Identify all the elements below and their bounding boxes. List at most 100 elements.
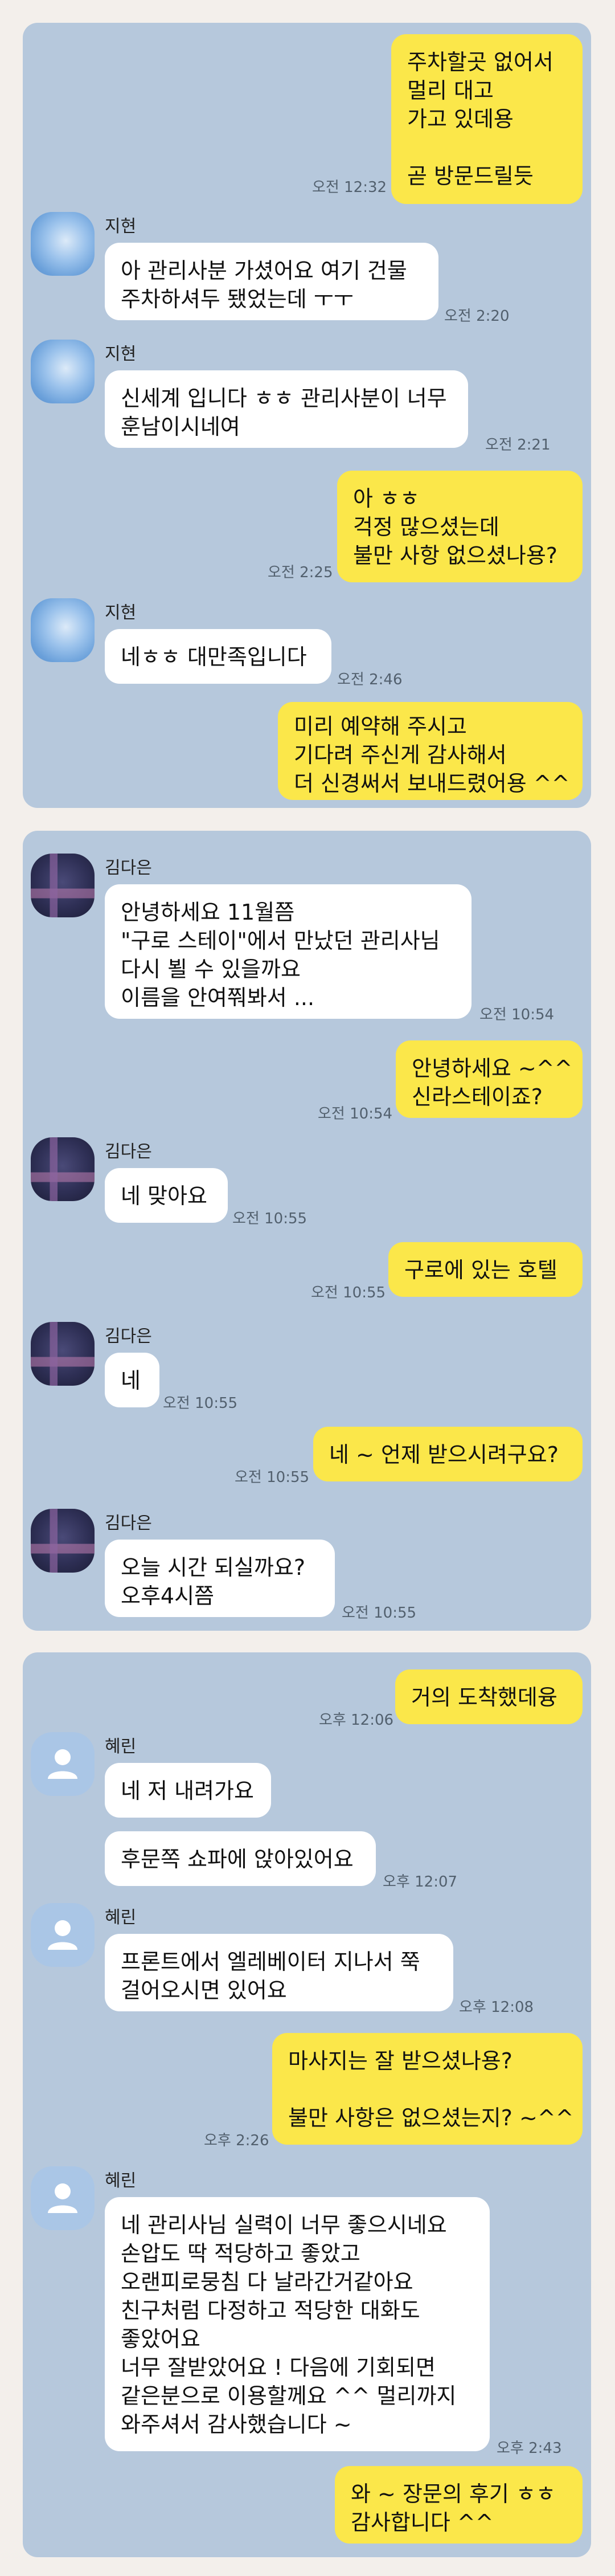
- message-line: 거의 도착했데융: [411, 1685, 557, 1710]
- profile-avatar[interactable]: [31, 598, 95, 662]
- message-time: 오전 2:46: [337, 671, 403, 688]
- message-time: 오전 2:21: [485, 436, 551, 454]
- message-line: 주차하셔두 됐었는데 ㅜㅜ: [121, 287, 354, 312]
- message-line: 네 맞아요: [121, 1183, 207, 1209]
- message-bubble-incoming[interactable]: 네 저 내려가요: [105, 1763, 271, 1818]
- profile-avatar[interactable]: [31, 1903, 95, 1967]
- message-line: 친구처럼 다정하고 적당한 대화도: [121, 2298, 420, 2323]
- message-line: 불만 사항 없으셨나용?: [353, 543, 557, 568]
- message-bubble-outgoing[interactable]: 주차할곳 없어서 멀리 대고 가고 있데용 곧 방문드릴듯: [391, 34, 583, 204]
- default-person-icon: [48, 1920, 77, 1950]
- message-line: [407, 133, 567, 162]
- message-line: 후문쪽 쇼파에 앉아있어요: [121, 1847, 354, 1872]
- message-time: 오후 12:06: [319, 1712, 394, 1729]
- message-line: 너무 잘받았어요 ! 다음에 기회되면: [121, 2355, 436, 2380]
- message-bubble-incoming[interactable]: 네ㅎㅎ 대만족입니다: [105, 629, 331, 684]
- message-line: 미리 예약해 주시고: [294, 714, 467, 739]
- message-line: 와 ~ 장문의 후기 ㅎㅎ: [351, 2481, 556, 2506]
- message-time: 오후 12:07: [383, 1873, 458, 1891]
- message-line: 오후4시쯤: [121, 1583, 215, 1609]
- message-line: 네 저 내려가요: [121, 1778, 254, 1803]
- message-time: 오전 2:20: [444, 308, 510, 325]
- sender-name: 혜린: [105, 1908, 137, 1928]
- message-line: 마사지는 잘 받으셨나용?: [288, 2048, 512, 2073]
- message-line: 다시 뵐 수 있을까요: [121, 957, 301, 982]
- message-bubble-outgoing[interactable]: 네 ~ 언제 받으시려구요?: [313, 1427, 583, 1481]
- message-line: 감사합니다 ^^: [351, 2510, 494, 2535]
- message-bubble-outgoing[interactable]: 구로에 있는 호텔: [388, 1242, 583, 1297]
- message-bubble-incoming[interactable]: 네 관리사님 실력이 너무 좋으시네요 손압도 딱 적당하고 좋았고 오랜피로뭉…: [105, 2197, 490, 2451]
- profile-avatar[interactable]: [31, 340, 95, 403]
- profile-avatar[interactable]: [31, 854, 95, 917]
- sender-name: 지현: [105, 344, 137, 364]
- message-time: 오전 10:55: [342, 1605, 417, 1622]
- profile-avatar[interactable]: [31, 212, 95, 276]
- chat-panel-1: 주차할곳 없어서 멀리 대고 가고 있데용 곧 방문드릴듯 오전 12:32 지…: [23, 23, 591, 808]
- message-line: 구로에 있는 호텔: [404, 1258, 557, 1283]
- message-line: 멀리 대고: [407, 78, 494, 103]
- message-line: 아 관리사분 가셨어요 여기 건물: [121, 258, 407, 283]
- message-bubble-outgoing[interactable]: 아 ㅎㅎ 걱정 많으셨는데 불만 사항 없으셨나용?: [337, 471, 583, 582]
- sender-name: 지현: [105, 217, 137, 236]
- profile-avatar[interactable]: [31, 2166, 95, 2230]
- message-line: 곧 방문드릴듯: [407, 164, 534, 189]
- message-line: 네: [121, 1368, 141, 1393]
- message-line: 불만 사항은 없으셨는지? ~^^: [288, 2105, 574, 2130]
- message-line: [288, 2075, 567, 2104]
- message-time: 오후 12:08: [459, 1999, 534, 2016]
- message-bubble-incoming[interactable]: 후문쪽 쇼파에 앉아있어요: [105, 1831, 376, 1886]
- message-bubble-outgoing[interactable]: 안녕하세요 ~^^ 신라스테이죠?: [396, 1040, 583, 1118]
- message-line: 네 관리사님 실력이 너무 좋으시네요: [121, 2212, 447, 2238]
- default-person-icon: [48, 1749, 77, 1779]
- sender-name: 지현: [105, 603, 137, 623]
- message-bubble-incoming[interactable]: 아 관리사분 가셨어요 여기 건물 주차하셔두 됐었는데 ㅜㅜ: [105, 243, 438, 320]
- message-line: "구로 스테이"에서 만났던 관리사님: [121, 928, 440, 953]
- profile-avatar[interactable]: [31, 1322, 95, 1386]
- message-bubble-incoming[interactable]: 오늘 시간 되실까요? 오후4시쯤: [105, 1540, 335, 1617]
- message-time: 오후 2:43: [497, 2440, 562, 2457]
- message-line: 가고 있데용: [407, 107, 514, 132]
- profile-avatar[interactable]: [31, 1137, 95, 1201]
- message-line: 걸어오시면 있어요: [121, 1978, 287, 2003]
- message-line: 오늘 시간 되실까요?: [121, 1555, 306, 1580]
- sender-name: 혜린: [105, 1737, 137, 1757]
- message-bubble-incoming[interactable]: 네: [105, 1353, 159, 1407]
- chat-panel-2: 김다은 안녕하세요 11월쯤 "구로 스테이"에서 만났던 관리사님 다시 뵐 …: [23, 831, 591, 1631]
- message-line: 아 ㅎㅎ: [353, 486, 420, 511]
- message-time: 오후 2:26: [204, 2132, 269, 2149]
- message-line: 주차할곳 없어서: [407, 50, 554, 75]
- message-bubble-incoming[interactable]: 안녕하세요 11월쯤 "구로 스테이"에서 만났던 관리사님 다시 뵐 수 있을…: [105, 884, 472, 1019]
- message-line: 와주셔서 감사했습니다 ~: [121, 2412, 352, 2437]
- profile-avatar[interactable]: [31, 1732, 95, 1796]
- message-time: 오전 10:55: [163, 1395, 238, 1412]
- message-line: 좋았어요: [121, 2326, 200, 2352]
- profile-avatar[interactable]: [31, 1509, 95, 1573]
- message-line: 훈남이시네여: [121, 414, 240, 439]
- sender-name: 김다은: [105, 858, 152, 878]
- message-bubble-outgoing[interactable]: 마사지는 잘 받으셨나용? 불만 사항은 없으셨는지? ~^^: [272, 2033, 583, 2145]
- message-time: 오전 10:54: [318, 1105, 393, 1122]
- sender-name: 혜린: [105, 2171, 137, 2191]
- message-line: 안녕하세요 ~^^: [412, 1056, 573, 1081]
- message-bubble-outgoing[interactable]: 거의 도착했데융: [395, 1669, 583, 1724]
- chat-panel-3: 거의 도착했데융 오후 12:06 혜린 네 저 내려가요 후문쪽 쇼파에 앉아…: [23, 1652, 591, 2557]
- sender-name: 김다은: [105, 1513, 152, 1533]
- message-time: 오전 10:55: [311, 1284, 386, 1301]
- message-line: 오랜피로뭉침 다 날라간거같아요: [121, 2269, 413, 2295]
- message-time: 오전 10:55: [232, 1210, 308, 1227]
- default-person-icon: [48, 2183, 77, 2213]
- message-line: 더 신경써서 보내드렸어용 ^^: [294, 771, 570, 796]
- message-bubble-incoming[interactable]: 네 맞아요: [105, 1168, 228, 1223]
- sender-name: 김다은: [105, 1326, 152, 1346]
- message-line: 손압도 딱 적당하고 좋았고: [121, 2241, 360, 2266]
- message-bubble-incoming[interactable]: 프론트에서 엘레베이터 지나서 쭉 걸어오시면 있어요: [105, 1934, 453, 2011]
- message-line: 네ㅎㅎ 대만족입니다: [121, 644, 307, 669]
- message-line: 네 ~ 언제 받으시려구요?: [329, 1442, 559, 1467]
- message-line: 기다려 주신게 감사해서: [294, 742, 507, 768]
- message-bubble-outgoing[interactable]: 와 ~ 장문의 후기 ㅎㅎ 감사합니다 ^^: [335, 2466, 583, 2544]
- message-bubble-incoming[interactable]: 신세계 입니다 ㅎㅎ 관리사분이 너무 훈남이시네여: [105, 370, 468, 448]
- message-line: 신세계 입니다 ㅎㅎ 관리사분이 너무: [121, 386, 447, 411]
- message-bubble-outgoing[interactable]: 미리 예약해 주시고 기다려 주신게 감사해서 더 신경써서 보내드렸어용 ^^: [278, 702, 583, 800]
- message-time: 오전 10:54: [479, 1006, 555, 1023]
- message-time: 오전 2:25: [268, 564, 333, 581]
